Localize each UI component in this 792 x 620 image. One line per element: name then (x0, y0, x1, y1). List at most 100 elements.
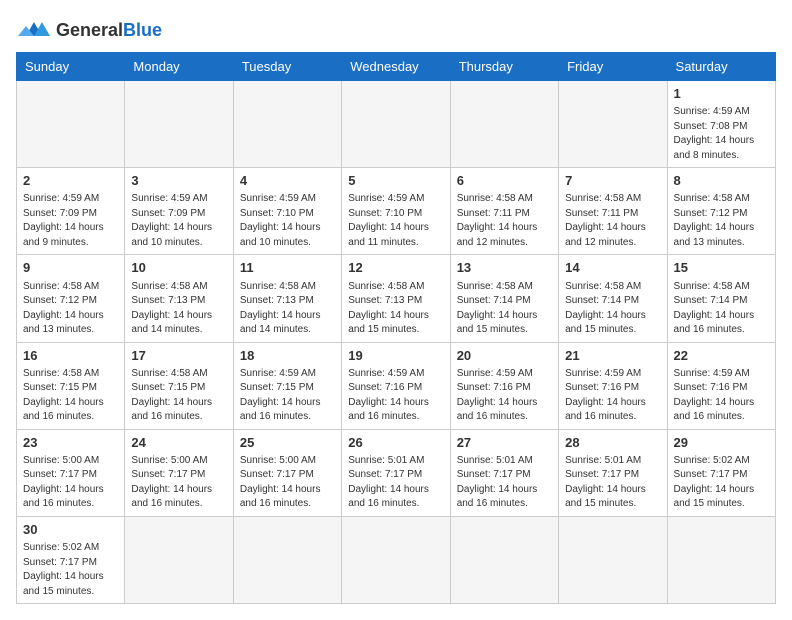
day-number: 12 (348, 259, 443, 277)
day-info: Sunrise: 4:59 AMSunset: 7:16 PMDaylight:… (674, 367, 769, 425)
calendar-day-cell (233, 81, 341, 168)
calendar-day-cell: 26Sunrise: 5:01 AMSunset: 7:17 PMDayligh… (342, 429, 450, 516)
calendar-day-cell: 18 Sunrise: 4:59 AMSunset: 7:15 PMDayligh… (233, 342, 341, 429)
day-info: Sunrise: 4:59 AMSunset: 7:09 PMDaylight:… (131, 192, 226, 250)
calendar-day-cell (667, 516, 775, 603)
calendar-week-row: 9 Sunrise: 4:58 AMSunset: 7:12 PMDaylight… (17, 255, 776, 342)
day-number: 29 (674, 434, 769, 452)
calendar-day-cell: 4Sunrise: 4:59 AMSunset: 7:10 PMDaylight… (233, 168, 341, 255)
calendar-day-cell: 1 Sunrise: 4:59 AMSunset: 7:08 PMDaylight… (667, 81, 775, 168)
calendar-day-cell: 25 Sunrise: 5:00 AMSunset: 7:17 PMDayligh… (233, 429, 341, 516)
calendar-day-cell (450, 81, 558, 168)
calendar-day-cell: 5Sunrise: 4:59 AMSunset: 7:10 PMDaylight… (342, 168, 450, 255)
calendar-header: SundayMondayTuesdayWednesdayThursdayFrid… (17, 53, 776, 81)
calendar-day-cell (342, 81, 450, 168)
logo: GeneralBlue (16, 16, 162, 44)
calendar-day-cell (342, 516, 450, 603)
calendar-day-cell (17, 81, 125, 168)
day-info: Sunrise: 4:59 AMSunset: 7:08 PMDaylight:… (674, 105, 769, 163)
calendar-day-cell: 8Sunrise: 4:58 AMSunset: 7:12 PMDaylight… (667, 168, 775, 255)
calendar-day-cell (450, 516, 558, 603)
calendar-week-row: 2 Sunrise: 4:59 AMSunset: 7:09 PMDaylight… (17, 168, 776, 255)
day-number: 3 (131, 172, 226, 190)
calendar-day-cell: 20Sunrise: 4:59 AMSunset: 7:16 PMDayligh… (450, 342, 558, 429)
day-info: Sunrise: 4:58 AMSunset: 7:15 PMDaylight:… (23, 367, 118, 425)
day-info: Sunrise: 4:58 AMSunset: 7:12 PMDaylight:… (23, 280, 118, 338)
day-number: 2 (23, 172, 118, 190)
day-number: 11 (240, 259, 335, 277)
calendar-day-cell (559, 81, 667, 168)
day-number: 30 (23, 521, 118, 539)
day-info: Sunrise: 5:00 AMSunset: 7:17 PMDaylight:… (23, 454, 118, 512)
calendar-day-cell: 14 Sunrise: 4:58 AMSunset: 7:14 PMDayligh… (559, 255, 667, 342)
day-number: 16 (23, 347, 118, 365)
day-info: Sunrise: 4:58 AMSunset: 7:13 PMDaylight:… (240, 280, 335, 338)
page-header: GeneralBlue (16, 16, 776, 44)
day-info: Sunrise: 4:59 AMSunset: 7:16 PMDaylight:… (565, 367, 660, 425)
day-number: 13 (457, 259, 552, 277)
day-number: 6 (457, 172, 552, 190)
day-number: 1 (674, 85, 769, 103)
calendar-day-cell: 3 Sunrise: 4:59 AMSunset: 7:09 PMDaylight… (125, 168, 233, 255)
calendar-day-cell: 29 Sunrise: 5:02 AMSunset: 7:17 PMDayligh… (667, 429, 775, 516)
calendar-day-cell: 7 Sunrise: 4:58 AMSunset: 7:11 PMDaylight… (559, 168, 667, 255)
day-number: 19 (348, 347, 443, 365)
day-info: Sunrise: 4:59 AMSunset: 7:15 PMDaylight:… (240, 367, 335, 425)
calendar-table: SundayMondayTuesdayWednesdayThursdayFrid… (16, 52, 776, 604)
calendar-body: 1 Sunrise: 4:59 AMSunset: 7:08 PMDaylight… (17, 81, 776, 604)
day-number: 23 (23, 434, 118, 452)
weekday-row: SundayMondayTuesdayWednesdayThursdayFrid… (17, 53, 776, 81)
day-number: 14 (565, 259, 660, 277)
calendar-day-cell: 24 Sunrise: 5:00 AMSunset: 7:17 PMDayligh… (125, 429, 233, 516)
calendar-day-cell: 16 Sunrise: 4:58 AMSunset: 7:15 PMDayligh… (17, 342, 125, 429)
calendar-day-cell: 2 Sunrise: 4:59 AMSunset: 7:09 PMDaylight… (17, 168, 125, 255)
calendar-week-row: 30 Sunrise: 5:02 AMSunset: 7:17 PMDayligh… (17, 516, 776, 603)
day-info: Sunrise: 4:58 AMSunset: 7:14 PMDaylight:… (674, 280, 769, 338)
day-number: 21 (565, 347, 660, 365)
day-info: Sunrise: 4:58 AMSunset: 7:13 PMDaylight:… (131, 280, 226, 338)
day-number: 28 (565, 434, 660, 452)
calendar-day-cell: 15 Sunrise: 4:58 AMSunset: 7:14 PMDayligh… (667, 255, 775, 342)
calendar-day-cell: 17Sunrise: 4:58 AMSunset: 7:15 PMDayligh… (125, 342, 233, 429)
calendar-day-cell: 19Sunrise: 4:59 AMSunset: 7:16 PMDayligh… (342, 342, 450, 429)
calendar-day-cell: 12 Sunrise: 4:58 AMSunset: 7:13 PMDayligh… (342, 255, 450, 342)
calendar-day-cell: 11 Sunrise: 4:58 AMSunset: 7:13 PMDayligh… (233, 255, 341, 342)
weekday-header: Thursday (450, 53, 558, 81)
day-number: 27 (457, 434, 552, 452)
calendar-day-cell: 28Sunrise: 5:01 AMSunset: 7:17 PMDayligh… (559, 429, 667, 516)
day-info: Sunrise: 4:58 AMSunset: 7:14 PMDaylight:… (565, 280, 660, 338)
day-number: 15 (674, 259, 769, 277)
weekday-header: Tuesday (233, 53, 341, 81)
day-info: Sunrise: 4:58 AMSunset: 7:15 PMDaylight:… (131, 367, 226, 425)
day-info: Sunrise: 4:58 AMSunset: 7:13 PMDaylight:… (348, 280, 443, 338)
calendar-day-cell (233, 516, 341, 603)
day-info: Sunrise: 4:58 AMSunset: 7:12 PMDaylight:… (674, 192, 769, 250)
day-number: 9 (23, 259, 118, 277)
calendar-day-cell: 21 Sunrise: 4:59 AMSunset: 7:16 PMDayligh… (559, 342, 667, 429)
day-number: 18 (240, 347, 335, 365)
day-info: Sunrise: 4:59 AMSunset: 7:09 PMDaylight:… (23, 192, 118, 250)
weekday-header: Wednesday (342, 53, 450, 81)
calendar-week-row: 1 Sunrise: 4:59 AMSunset: 7:08 PMDaylight… (17, 81, 776, 168)
logo-text: GeneralBlue (56, 20, 162, 41)
day-info: Sunrise: 5:00 AMSunset: 7:17 PMDaylight:… (240, 454, 335, 512)
calendar-week-row: 16 Sunrise: 4:58 AMSunset: 7:15 PMDayligh… (17, 342, 776, 429)
weekday-header: Monday (125, 53, 233, 81)
day-info: Sunrise: 5:02 AMSunset: 7:17 PMDaylight:… (23, 541, 118, 599)
day-info: Sunrise: 4:59 AMSunset: 7:16 PMDaylight:… (457, 367, 552, 425)
day-number: 7 (565, 172, 660, 190)
logo-icon (16, 16, 52, 44)
day-info: Sunrise: 5:00 AMSunset: 7:17 PMDaylight:… (131, 454, 226, 512)
day-info: Sunrise: 4:59 AMSunset: 7:10 PMDaylight:… (240, 192, 335, 250)
day-number: 25 (240, 434, 335, 452)
calendar-day-cell: 10 Sunrise: 4:58 AMSunset: 7:13 PMDayligh… (125, 255, 233, 342)
day-info: Sunrise: 5:01 AMSunset: 7:17 PMDaylight:… (457, 454, 552, 512)
day-number: 24 (131, 434, 226, 452)
day-number: 10 (131, 259, 226, 277)
day-number: 5 (348, 172, 443, 190)
day-info: Sunrise: 5:02 AMSunset: 7:17 PMDaylight:… (674, 454, 769, 512)
day-info: Sunrise: 4:58 AMSunset: 7:11 PMDaylight:… (565, 192, 660, 250)
weekday-header: Sunday (17, 53, 125, 81)
day-number: 22 (674, 347, 769, 365)
calendar-day-cell: 9 Sunrise: 4:58 AMSunset: 7:12 PMDaylight… (17, 255, 125, 342)
